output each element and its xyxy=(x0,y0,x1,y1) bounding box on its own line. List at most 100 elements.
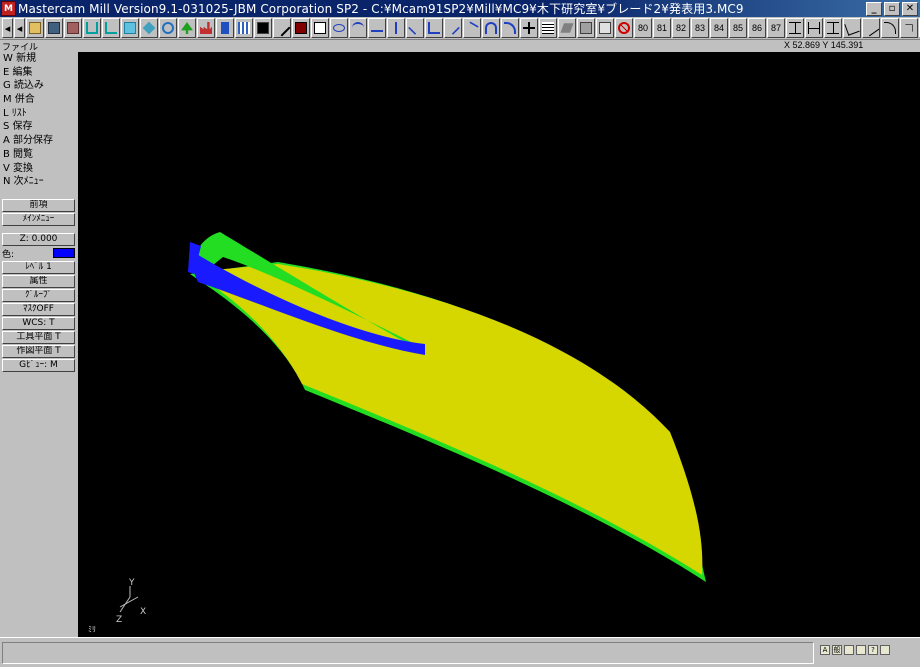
cursor-coordinates: X 52.869 Y 145.391 xyxy=(784,40,864,50)
level-button[interactable]: ﾚﾍﾞﾙ 1 xyxy=(2,260,75,274)
dimension-horizontal-icon[interactable] xyxy=(805,18,823,38)
operations-icon[interactable] xyxy=(216,18,234,38)
surface-icon[interactable] xyxy=(558,18,576,38)
menu-item-next-menu[interactable]: N 次ﾒﾆｭｰ xyxy=(0,175,77,189)
dimension-slope-icon[interactable] xyxy=(862,18,880,38)
menu-item-edit[interactable]: E 編集 xyxy=(0,66,77,80)
color-button[interactable]: 色: xyxy=(2,247,75,260)
print-icon[interactable] xyxy=(64,18,82,38)
menu-item-new[interactable]: W 新規 xyxy=(0,52,77,66)
gview-front-icon[interactable] xyxy=(102,18,120,38)
blade-surface xyxy=(193,264,703,575)
mastercam-icon[interactable]: M xyxy=(1,1,16,16)
construction-plane-button[interactable]: 作図平面 T xyxy=(2,344,75,358)
trim-icon[interactable] xyxy=(520,18,538,38)
axis-z-line xyxy=(119,596,131,613)
dimension-arrow-icon[interactable] xyxy=(900,18,918,38)
toolbar-prev-button[interactable]: ◂ xyxy=(2,18,13,38)
solid-icon[interactable] xyxy=(577,18,595,38)
toolbar-number-82[interactable]: 82 xyxy=(672,18,690,38)
tree-icon[interactable] xyxy=(178,18,196,38)
menu-item-save[interactable]: S 保存 xyxy=(0,120,77,134)
menu-item-save-some[interactable]: A 部分保存 xyxy=(0,134,77,148)
axis-y-label: Y xyxy=(128,578,135,588)
toolbar-number-83[interactable]: 83 xyxy=(691,18,709,38)
line-polar-icon[interactable] xyxy=(425,18,443,38)
color-swatch xyxy=(53,248,75,259)
book-icon[interactable] xyxy=(292,18,310,38)
edit-pen-icon[interactable] xyxy=(273,18,291,38)
toolbar-number-84[interactable]: 84 xyxy=(710,18,728,38)
prompt-area xyxy=(2,642,814,664)
menu-item-list[interactable]: L ﾘｽﾄ xyxy=(0,107,77,121)
open-file-icon[interactable] xyxy=(26,18,44,38)
window-title: Mastercam Mill Version9.1-031025-JBM Cor… xyxy=(18,2,744,16)
menu-item-browse[interactable]: B 閲覧 xyxy=(0,148,77,162)
status-bar: A 般 ? xyxy=(0,637,920,667)
info-bar: ファイル X 52.869 Y 145.391 xyxy=(0,40,920,52)
verify-icon[interactable] xyxy=(596,18,614,38)
grid-icon[interactable] xyxy=(235,18,253,38)
color-label: 色: xyxy=(2,249,15,260)
gview-side-icon[interactable] xyxy=(121,18,139,38)
command-prompt-icon[interactable] xyxy=(254,18,272,38)
minimize-button[interactable]: _ xyxy=(866,1,882,16)
tray-save-icon[interactable] xyxy=(856,645,866,655)
title-bar: M Mastercam Mill Version9.1-031025-JBM C… xyxy=(0,0,920,17)
menu-item-get[interactable]: G 読込み xyxy=(0,79,77,93)
prev-menu-button[interactable]: 前項 xyxy=(2,198,75,212)
toolbar-number-87[interactable]: 87 xyxy=(767,18,785,38)
toolbar-number-85[interactable]: 85 xyxy=(729,18,747,38)
z-depth-button[interactable]: Z: 0.000 xyxy=(2,232,75,246)
rotate-view-icon[interactable] xyxy=(159,18,177,38)
toolbar: ◂ ◂ 80 81 82 83 84 85 86 87 xyxy=(0,17,920,40)
toolbar-number-86[interactable]: 86 xyxy=(748,18,766,38)
dimension-vertical-icon[interactable] xyxy=(786,18,804,38)
tray-settings-icon[interactable]: 般 xyxy=(832,645,842,655)
ellipse-icon[interactable] xyxy=(330,18,348,38)
graphics-viewport[interactable]: Y X Z ﾐﾘ xyxy=(78,52,920,637)
save-file-icon[interactable] xyxy=(45,18,63,38)
spline-icon[interactable] xyxy=(349,18,367,38)
left-menu: W 新規 E 編集 G 読込み M 併合 L ﾘｽﾄ S 保存 A 部分保存 B… xyxy=(0,52,77,637)
toolbar-next-button[interactable]: ◂ xyxy=(14,18,25,38)
toolbar-number-81[interactable]: 81 xyxy=(653,18,671,38)
dimension-angle-icon[interactable] xyxy=(843,18,861,38)
new-document-icon[interactable] xyxy=(311,18,329,38)
tool-plane-button[interactable]: 工具平面 T xyxy=(2,330,75,344)
wcs-button[interactable]: WCS: T xyxy=(2,316,75,330)
fillet-icon[interactable] xyxy=(501,18,519,38)
close-button[interactable]: ✕ xyxy=(902,1,918,16)
gview-top-icon[interactable] xyxy=(83,18,101,38)
menu-item-converters[interactable]: V 変換 xyxy=(0,162,77,176)
mask-button[interactable]: ﾏｽｸOFF xyxy=(2,302,75,316)
line-horizontal-icon[interactable] xyxy=(368,18,386,38)
axis-z-label: Z xyxy=(116,615,122,625)
arc-icon[interactable] xyxy=(482,18,500,38)
units-label: ﾐﾘ xyxy=(88,625,96,634)
attributes-button[interactable]: 属性 xyxy=(2,274,75,288)
group-button[interactable]: ｸﾞﾙｰﾌﾟ xyxy=(2,288,75,302)
line-parallel-icon[interactable] xyxy=(444,18,462,38)
tray-input-icon[interactable]: A xyxy=(820,645,830,655)
toolbar-number-80[interactable]: 80 xyxy=(634,18,652,38)
tray-printer-icon[interactable] xyxy=(844,645,854,655)
dimension-radius-icon[interactable] xyxy=(881,18,899,38)
main-menu-button[interactable]: ﾒｲﾝﾒﾆｭｰ xyxy=(2,212,75,226)
blade-model: Y X Z xyxy=(116,232,706,625)
tray-help-icon[interactable]: ? xyxy=(868,645,878,655)
status-tray: A 般 ? xyxy=(820,645,890,655)
toolpath-icon[interactable] xyxy=(539,18,557,38)
line-angle-icon[interactable] xyxy=(406,18,424,38)
factory-icon[interactable] xyxy=(197,18,215,38)
line-vertical-icon[interactable] xyxy=(387,18,405,38)
dimension-height-icon[interactable] xyxy=(824,18,842,38)
axis-x-label: X xyxy=(140,607,146,617)
menu-item-merge[interactable]: M 併合 xyxy=(0,93,77,107)
line-tangent-icon[interactable] xyxy=(463,18,481,38)
no-entry-icon[interactable] xyxy=(615,18,633,38)
gview-button[interactable]: Gﾋﾞｭｰ: M xyxy=(2,358,75,372)
tray-caps-icon[interactable] xyxy=(880,645,890,655)
maximize-button[interactable]: ▫ xyxy=(884,1,900,16)
gview-iso-icon[interactable] xyxy=(140,18,158,38)
